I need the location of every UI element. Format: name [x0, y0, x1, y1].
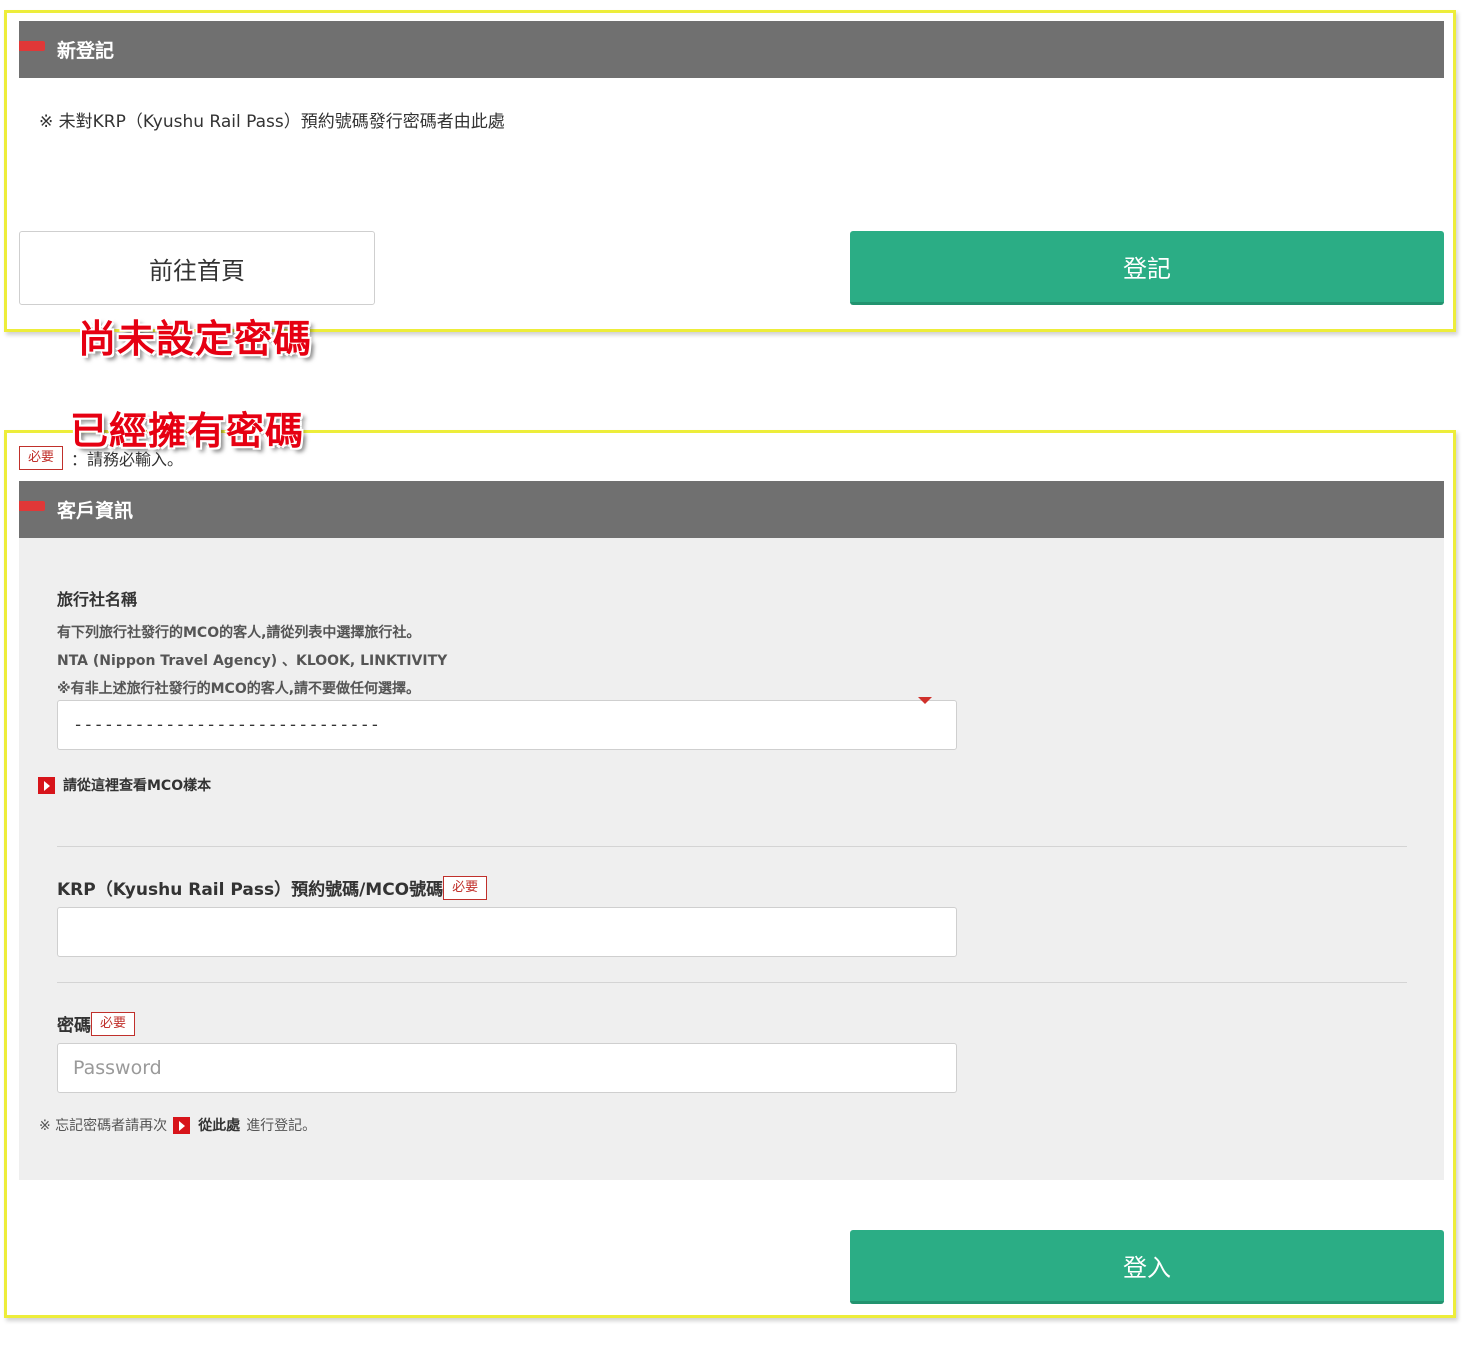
customer-info-header: 客戶資訊 — [19, 481, 1444, 538]
required-legend: 必要 ：請務必輸入。 — [19, 446, 183, 470]
header-marker-icon — [19, 41, 45, 51]
required-legend-text: ：請務必輸入。 — [71, 450, 184, 469]
register-button[interactable]: 登記 — [850, 231, 1444, 305]
agency-label: 旅行社名稱 — [57, 590, 138, 609]
password-label-text: 密碼 — [57, 1016, 91, 1036]
required-badge: 必要 — [19, 446, 64, 470]
arrow-right-icon — [173, 1116, 191, 1134]
login-button[interactable]: 登入 — [850, 1230, 1444, 1304]
password-label: 密碼 必要 — [57, 1011, 136, 1036]
mco-sample-link[interactable]: 請從這裡查看MCO樣本 — [38, 775, 211, 795]
agency-help-3: ※有非上述旅行社發行的MCO的客人,請不要做任何選擇。 — [57, 681, 421, 697]
new-registration-note: ※ 未對KRP（Kyushu Rail Pass）預約號碼發行密碼者由此處 — [39, 112, 505, 132]
forgot-password-link[interactable]: 從此處 — [198, 1115, 240, 1135]
annotation-no-password: 尚未設定密碼 — [78, 317, 313, 361]
password-input[interactable] — [57, 1043, 957, 1093]
forgot-password-suffix: 進行登記。 — [246, 1118, 317, 1134]
agency-select[interactable]: ------------------------------ — [57, 700, 957, 750]
home-button[interactable]: 前往首頁 — [19, 231, 375, 305]
agency-help-1: 有下列旅行社發行的MCO的客人,請從列表中選擇旅行社。 — [57, 625, 421, 641]
dropdown-caret-icon — [918, 697, 932, 704]
forgot-password-prefix: ※ 忘記密碼者請再次 — [39, 1118, 168, 1134]
reservation-label-text: KRP（Kyushu Rail Pass）預約號碼/MCO號碼 — [57, 880, 444, 900]
required-badge: 必要 — [443, 875, 488, 900]
new-registration-header: 新登記 — [19, 21, 1444, 78]
reservation-label: KRP（Kyushu Rail Pass）預約號碼/MCO號碼 必要 — [57, 875, 488, 900]
header-marker-icon — [19, 501, 45, 511]
divider — [57, 846, 1407, 847]
new-registration-title: 新登記 — [57, 40, 115, 62]
agency-help-2: NTA (Nippon Travel Agency) 、KLOOK, LINKT… — [57, 653, 448, 669]
forgot-password-note: ※ 忘記密碼者請再次 從此處 進行登記。 — [39, 1115, 316, 1135]
reservation-number-input[interactable] — [57, 907, 957, 957]
mco-sample-link-text: 請從這裡查看MCO樣本 — [63, 778, 212, 794]
customer-info-title: 客戶資訊 — [57, 500, 134, 522]
arrow-right-icon — [38, 776, 55, 794]
divider — [57, 982, 1407, 983]
required-badge: 必要 — [91, 1011, 136, 1036]
